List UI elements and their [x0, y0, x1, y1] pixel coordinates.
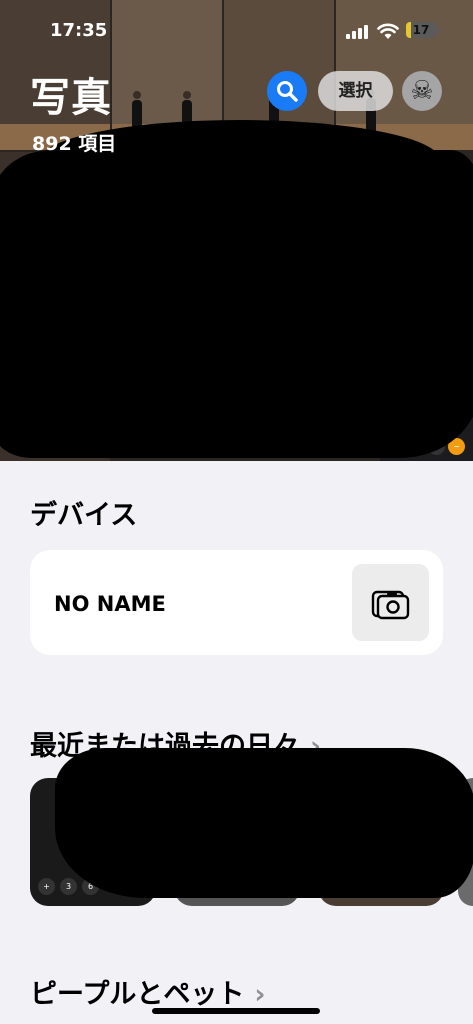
device-import-button[interactable]	[352, 564, 429, 641]
wifi-icon	[377, 23, 399, 39]
section-title-label: ピープルとペット	[30, 979, 245, 1010]
status-bar: 17:35 17	[0, 0, 473, 62]
section-title-people[interactable]: ピープルとペット ›	[30, 972, 266, 1011]
device-name: NO NAME	[54, 592, 166, 616]
item-count: 892 項目	[32, 133, 117, 155]
battery-icon: 17	[406, 22, 436, 38]
skull-crossbones-icon: ☠	[410, 76, 434, 106]
status-time: 17:35	[50, 20, 108, 41]
cellular-signal-icon	[346, 25, 370, 39]
chevron-right-icon: ›	[254, 979, 266, 1010]
home-indicator[interactable]	[152, 1008, 320, 1014]
section-title-devices: デバイス	[30, 493, 137, 532]
battery-level: 17	[412, 23, 430, 37]
page-title: 写真	[30, 75, 112, 121]
avatar[interactable]: ☠	[402, 71, 442, 111]
section-title-label: デバイス	[30, 500, 138, 531]
camera-folder-icon	[371, 590, 409, 619]
select-button[interactable]: 選択	[318, 71, 393, 111]
search-icon	[277, 81, 298, 102]
device-card[interactable]: NO NAME	[30, 550, 443, 655]
memories-carousel[interactable]: + 3 6	[30, 748, 473, 910]
redaction-mark	[55, 748, 473, 898]
battery-nub	[437, 27, 440, 33]
search-button[interactable]	[267, 71, 307, 111]
